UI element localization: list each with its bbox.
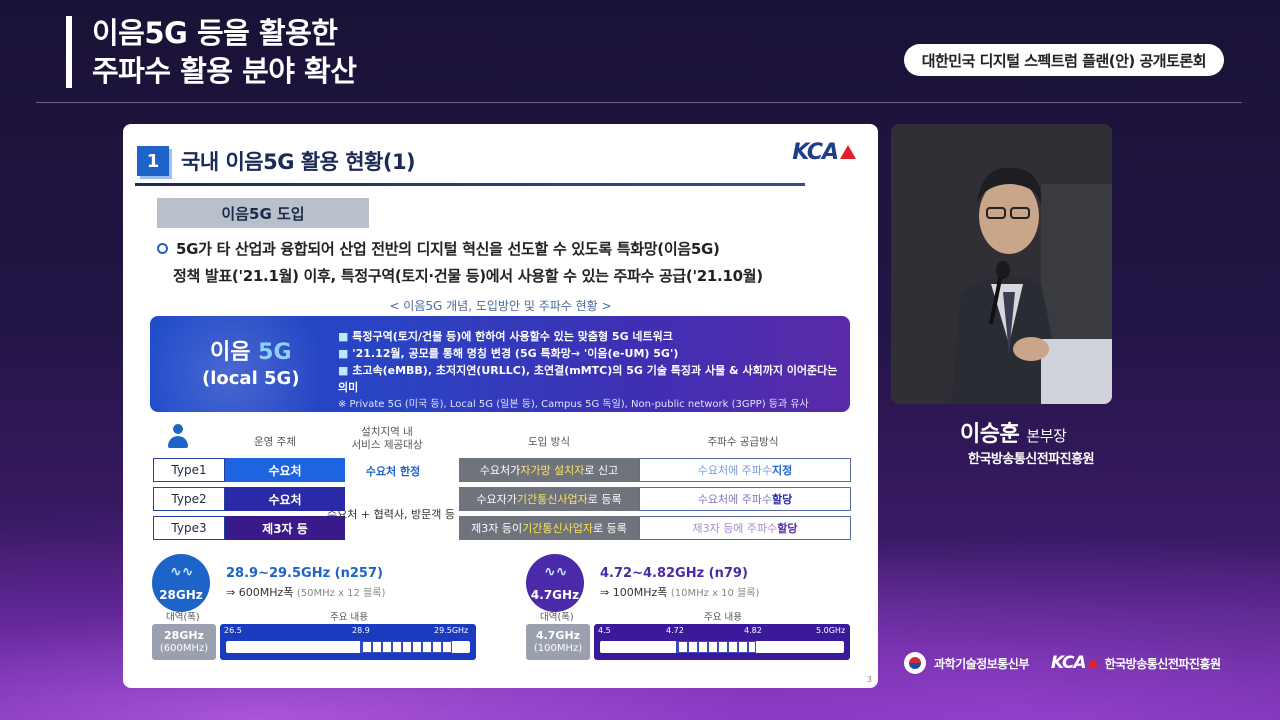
concept-note: ※ Private 5G (미국 등), Local 5G (일본 등), Ca… — [338, 399, 809, 410]
bullet-line-1: 5G가 타 산업과 융합되어 산업 전반의 디지털 혁신을 선도할 수 있도록 … — [176, 240, 720, 258]
type-label: Type2 — [153, 487, 225, 511]
speaker-video — [891, 124, 1112, 404]
header-method: 도입 방식 — [528, 436, 570, 448]
tick-label: 5.0GHz — [816, 626, 846, 635]
region-type23: 수요처 + 협력사, 방문객 등 — [327, 508, 455, 521]
concept-list: 특정구역(토지/건물 등)에 한하여 사용할수 있는 맞춤형 5G 네트워크 '… — [338, 328, 850, 412]
type-row-2: Type2 수요처 — [153, 487, 345, 511]
band-panel-28ghz: ∿∿ 28GHz 28.9~29.5GHz (n257) ⇒ 600MHz폭 (… — [152, 554, 482, 664]
type-row-1: Type1 수요처 — [153, 458, 345, 482]
title-accent-bar — [66, 16, 72, 88]
speaker-name: 이승훈 본부장 — [960, 422, 1067, 447]
supply-type3: 제3자 등에 주파수 할당 — [639, 516, 851, 540]
supply-type1: 수요처에 주파수 지정 — [639, 458, 851, 482]
concept-item: 특정구역(토지/건물 등)에 한하여 사용할수 있는 맞춤형 5G 네트워크 — [338, 328, 850, 345]
band-sub: ⇒ 600MHz폭 (50MHz x 12 블록) — [226, 586, 386, 599]
header-operator: 운영 주체 — [254, 436, 296, 448]
band-circle: ∿∿ 4.7GHz — [526, 554, 584, 612]
event-badge: 대한민국 디지털 스펙트럼 플랜(안) 공개토론회 — [903, 44, 1224, 76]
type-label: Type1 — [153, 458, 225, 482]
band-track — [600, 641, 844, 653]
region-type1: 수요처 한정 — [365, 465, 421, 478]
type-row-3: Type3 제3자 등 — [153, 516, 345, 540]
band-col-label: 주요 내용 — [704, 612, 742, 623]
method-type2: 수요자가 기간통신사업자 로 등록 — [459, 487, 639, 511]
tick-label: 29.5GHz — [434, 626, 469, 635]
band-col-label: 주요 내용 — [330, 612, 368, 623]
supply-type2: 수요처에 주파수 할당 — [639, 487, 851, 511]
allocated-segment — [676, 641, 756, 653]
concept-item: '21.12월, 공모를 통해 명칭 변경 (5G 특화망→ '이음(e-UM)… — [338, 345, 850, 362]
operator-value: 수요처 — [225, 458, 345, 482]
section-tab: 이음5G 도입 — [157, 198, 369, 228]
broadcast-title: 이음5G 등을 활용한 주파수 활용 분야 확산 — [92, 14, 357, 90]
wave-icon: ∿∿ — [170, 564, 194, 580]
header-supply: 주파수 공급방식 — [707, 436, 779, 448]
kca-logo: KCA — [792, 140, 856, 165]
government-emblem-icon — [904, 652, 926, 674]
slide-heading-underline — [135, 183, 805, 186]
title-line-1: 이음5G 등을 활용한 — [92, 16, 338, 50]
wave-icon: ∿∿ — [544, 564, 568, 580]
tick-label: 28.9 — [352, 626, 370, 635]
title-line-2: 주파수 활용 분야 확산 — [92, 54, 357, 88]
band-bar: 4.5 4.72 4.82 5.0GHz — [594, 624, 850, 660]
speaker-org: 한국방송통신전파진흥원 — [968, 452, 1095, 467]
band-box: 28GHz (600MHz) — [152, 624, 216, 660]
kca-footer-logo: KCA — [1051, 653, 1099, 673]
allocated-segment — [360, 641, 452, 653]
band-col-label: 대역(폭) — [166, 612, 200, 623]
type-label: Type3 — [153, 516, 225, 540]
header-region: 설치지역 내 서비스 제공대상 — [351, 426, 423, 451]
tick-label: 4.82 — [744, 626, 762, 635]
band-sub: ⇒ 100MHz폭 (10MHz x 10 블록) — [600, 586, 760, 599]
band-circle: ∿∿ 28GHz — [152, 554, 210, 612]
figure-caption: < 이음5G 개념, 도입방안 및 주파수 현황 > — [389, 299, 612, 313]
slide-title: 국내 이음5G 활용 현황(1) — [181, 150, 416, 174]
band-panel-4-7ghz: ∿∿ 4.7GHz 4.72~4.82GHz (n79) ⇒ 100MHz폭 (… — [526, 554, 856, 664]
speaker-figure — [891, 124, 1112, 404]
person-icon — [167, 424, 189, 452]
method-type1: 수요처가 자가망 설치자 로 신고 — [459, 458, 639, 482]
band-track — [226, 641, 470, 653]
tick-label: 4.72 — [666, 626, 684, 635]
band-title: 4.72~4.82GHz (n79) — [600, 566, 748, 581]
header-divider — [36, 102, 1242, 103]
slide-heading: 1 국내 이음5G 활용 현황(1) — [137, 146, 416, 176]
band-bar: 26.5 28.9 29.5GHz — [220, 624, 476, 660]
tick-label: 26.5 — [224, 626, 242, 635]
band-box: 4.7GHz (100MHz) — [526, 624, 590, 660]
band-title: 28.9~29.5GHz (n257) — [226, 566, 383, 581]
footer-org-name: 한국방송통신전파진흥원 — [1104, 656, 1221, 671]
eum5g-logo: 이음 5G (local 5G) — [202, 340, 300, 389]
bullet-circle-icon — [157, 243, 168, 254]
page-number: 3 — [866, 675, 872, 684]
band-col-label: 대역(폭) — [540, 612, 574, 623]
concept-banner: 이음 5G (local 5G) 특정구역(토지/건물 등)에 한하여 사용할수… — [150, 316, 850, 412]
bullet-line-2: 정책 발표('21.1월) 이후, 특정구역(토지·건물 등)에서 사용할 수 … — [173, 267, 763, 285]
tick-label: 4.5 — [598, 626, 611, 635]
presentation-slide: 1 국내 이음5G 활용 현황(1) KCA 이음5G 도입 5G가 타 산업과… — [123, 124, 878, 688]
ministry-name: 과학기술정보통신부 — [934, 656, 1029, 671]
intro-bullet: 5G가 타 산업과 융합되어 산업 전반의 디지털 혁신을 선도할 수 있도록 … — [157, 236, 857, 290]
concept-item: 초고속(eMBB), 초저지연(URLLC), 초연결(mMTC)의 5G 기술… — [338, 362, 850, 396]
slide-number-box: 1 — [137, 146, 169, 176]
footer-logos: 과학기술정보통신부 KCA 한국방송통신전파진흥원 — [904, 652, 1221, 674]
method-type3: 제3자 등이 기간통신사업자 로 등록 — [459, 516, 639, 540]
